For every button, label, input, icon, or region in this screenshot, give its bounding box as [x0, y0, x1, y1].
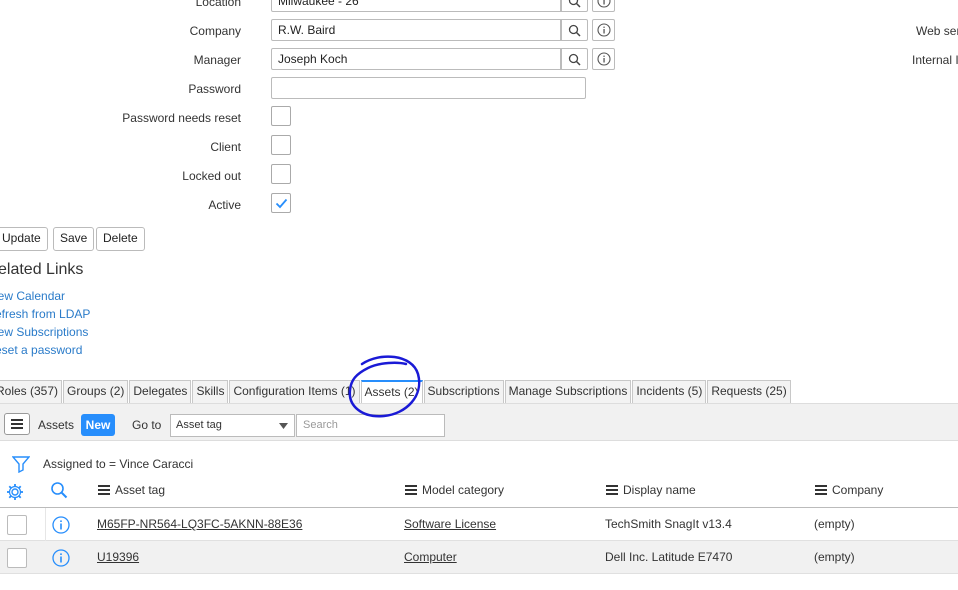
tab-skills[interactable]: Skills: [192, 380, 229, 403]
asset-tag-link[interactable]: M65FP-NR564-LQ3FC-5AKNN-88E36: [97, 517, 302, 531]
client-checkbox[interactable]: [271, 135, 291, 155]
asset-tag-link[interactable]: U19396: [97, 550, 139, 564]
company-info-button[interactable]: [592, 19, 615, 41]
save-button[interactable]: Save: [53, 227, 95, 251]
column-header-company[interactable]: Company: [815, 483, 883, 497]
manager-lookup-button[interactable]: [561, 48, 588, 70]
column-label: Display name: [623, 483, 696, 497]
column-header-display-name[interactable]: Display name: [606, 483, 696, 497]
column-header-asset-tag[interactable]: Asset tag: [98, 483, 165, 497]
active-label: Active: [208, 198, 241, 212]
info-icon: [596, 0, 611, 8]
model-category-link[interactable]: Software License: [404, 517, 496, 531]
refresh-ldap-link[interactable]: efresh from LDAP: [0, 307, 90, 321]
password-field[interactable]: [271, 77, 586, 99]
password-label: Password: [188, 82, 241, 96]
column-menu-icon: [405, 485, 417, 495]
locked-out-label: Locked out: [182, 169, 241, 183]
goto-field-select[interactable]: Asset tag: [170, 414, 295, 437]
hamburger-icon: [11, 419, 23, 429]
tab-delegates[interactable]: Delegates: [129, 380, 192, 403]
column-menu-icon: [98, 485, 110, 495]
column-menu-icon: [606, 485, 618, 495]
goto-label: Go to: [132, 418, 162, 432]
password-reset-label: Password needs reset: [122, 111, 241, 125]
location-info-button[interactable]: [592, 0, 615, 12]
active-checkbox[interactable]: [271, 193, 291, 213]
annotation-circle: [348, 355, 421, 418]
related-links-heading: elated Links: [0, 261, 84, 278]
company-cell: (empty): [814, 550, 855, 564]
manager-info-button[interactable]: [592, 48, 615, 70]
locked-out-checkbox[interactable]: [271, 164, 291, 184]
model-category-link[interactable]: Computer: [404, 550, 457, 564]
info-icon: [596, 52, 611, 66]
tab-incidents[interactable]: Incidents (5): [632, 380, 707, 403]
tab-groups[interactable]: Groups (2): [63, 380, 129, 403]
client-label: Client: [210, 140, 241, 154]
info-icon[interactable]: [52, 516, 70, 534]
row-info-cell-bg: [45, 508, 46, 541]
list-title: Assets: [38, 418, 75, 432]
delete-button[interactable]: Delete: [96, 227, 145, 251]
tab-subscriptions[interactable]: Subscriptions: [423, 380, 504, 403]
reset-password-link[interactable]: eset a password: [0, 343, 82, 357]
goto-select-value: Asset tag: [176, 419, 222, 431]
search-icon: [568, 24, 581, 37]
company-cell: (empty): [814, 517, 855, 531]
table-row: U19396 Computer Dell Inc. Latitude E7470…: [0, 541, 958, 574]
column-label: Asset tag: [115, 483, 166, 497]
company-label: Company: [189, 24, 241, 38]
location-lookup-button[interactable]: [561, 0, 588, 12]
row-checkbox[interactable]: [7, 515, 27, 535]
tab-requests[interactable]: Requests (25): [707, 380, 791, 403]
manager-field[interactable]: Joseph Koch: [271, 48, 561, 70]
company-field[interactable]: R.W. Baird: [271, 19, 561, 41]
checkmark-icon: [275, 198, 287, 208]
filter-icon[interactable]: [12, 455, 30, 473]
tab-manage-subscriptions[interactable]: Manage Subscriptions: [504, 380, 632, 403]
new-button[interactable]: New: [81, 414, 115, 436]
company-lookup-button[interactable]: [561, 19, 588, 41]
search-icon: [568, 0, 581, 8]
tab-roles[interactable]: Roles (357): [0, 380, 63, 403]
list-header-bar: Assets New Go to Asset tag Search: [0, 403, 958, 441]
internal-label: Internal I: [912, 53, 958, 67]
row-checkbox[interactable]: [7, 548, 27, 568]
web-service-label: Web serv: [916, 24, 958, 38]
view-calendar-link[interactable]: iew Calendar: [0, 289, 65, 303]
location-label: Location: [195, 0, 241, 9]
list-menu-button[interactable]: [4, 413, 30, 435]
display-name-cell: TechSmith SnagIt v13.4: [605, 517, 732, 531]
filter-breadcrumb[interactable]: Assigned to = Vince Caracci: [43, 457, 193, 471]
gear-icon[interactable]: [6, 483, 24, 501]
column-label: Company: [832, 483, 884, 497]
column-menu-icon: [815, 485, 827, 495]
search-icon[interactable]: [50, 481, 68, 499]
column-label: Model category: [422, 483, 505, 497]
search-icon: [568, 53, 581, 66]
table-row: M65FP-NR564-LQ3FC-5AKNN-88E36 Software L…: [0, 508, 958, 541]
info-icon[interactable]: [52, 549, 70, 567]
update-button[interactable]: Update: [0, 227, 48, 251]
password-reset-checkbox[interactable]: [271, 106, 291, 126]
dropdown-arrow-icon: [279, 423, 288, 429]
info-icon: [596, 23, 611, 37]
display-name-cell: Dell Inc. Latitude E7470: [605, 550, 733, 564]
manager-label: Manager: [193, 53, 241, 67]
column-header-model-category[interactable]: Model category: [405, 483, 504, 497]
location-field[interactable]: Milwaukee - 26: [271, 0, 561, 12]
view-subscriptions-link[interactable]: iew Subscriptions: [0, 325, 88, 339]
